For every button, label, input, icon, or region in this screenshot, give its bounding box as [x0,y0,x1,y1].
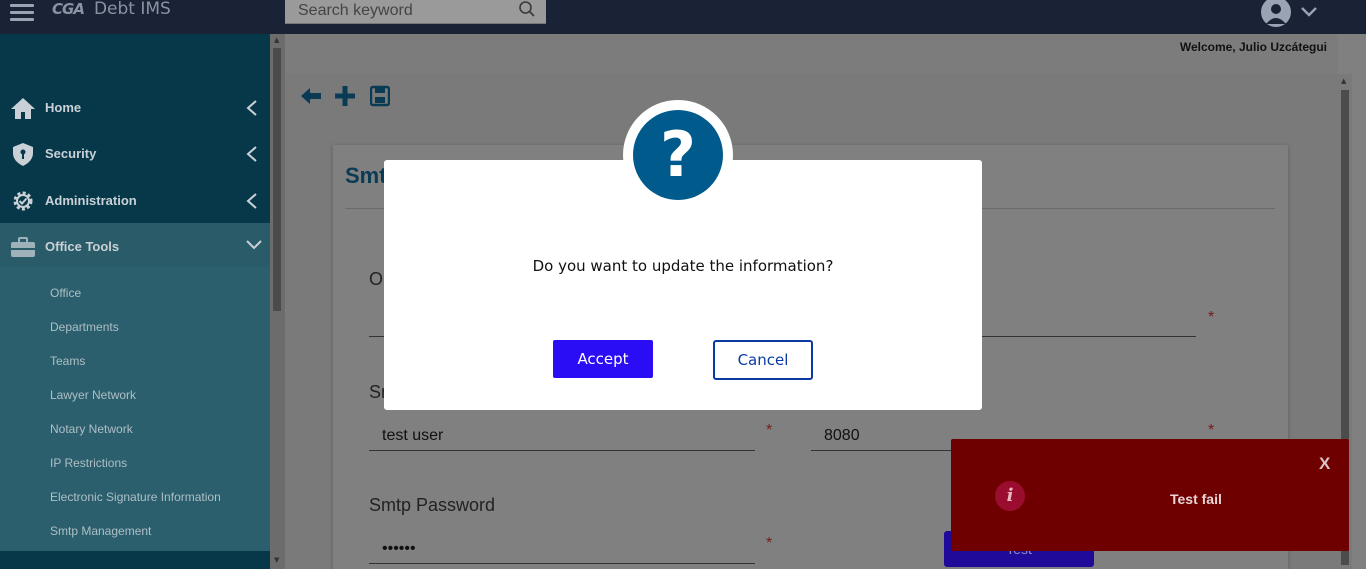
dialog-message: Do you want to update the information? [532,257,834,275]
chevron-down-icon [1301,7,1317,17]
chevron-left-icon [246,193,257,209]
office-tools-submenu: Office Departments Teams Lawyer Network … [0,267,270,551]
save-icon[interactable] [370,85,390,107]
sidebar: Home Security Administration Office Tool… [0,34,270,569]
back-arrow-icon[interactable] [300,85,322,107]
shield-icon [13,143,33,166]
question-icon: ? [633,110,723,200]
scroll-up-icon[interactable]: ▲ [274,36,279,44]
submenu-item-smtp-management[interactable]: Smtp Management [50,524,151,538]
sidebar-item-home[interactable]: Home [0,84,270,130]
search-icon[interactable] [518,0,536,18]
card-title: Smt [345,163,387,188]
submenu-item-ip-restrictions[interactable]: IP Restrictions [50,456,127,470]
toast-message: Test fail [1170,491,1222,507]
submenu-item-lawyer-network[interactable]: Lawyer Network [50,388,136,402]
error-toast: X i Test fail [951,439,1349,551]
accept-button[interactable]: Accept [553,340,653,378]
app-logo[interactable]: CGA Debt IMS [52,0,171,20]
sidebar-item-label: Security [45,146,97,161]
submenu-item-departments[interactable]: Departments [50,320,119,334]
sidebar-scrollbar[interactable]: ▲ ▼ [270,34,285,569]
user-avatar-icon [1261,0,1291,27]
info-icon: i [995,481,1025,511]
app-name: Debt IMS [93,0,171,19]
chevron-down-icon [246,240,262,250]
sidebar-item-label: Administration [45,193,137,208]
field-label: O [369,269,384,289]
required-mark: * [1208,422,1215,439]
sidebar-item-security[interactable]: Security [0,130,270,176]
required-mark: * [766,535,773,552]
close-icon[interactable]: X [1319,454,1330,474]
chevron-left-icon [246,146,257,162]
submenu-item-electronic-signature[interactable]: Electronic Signature Information [50,490,221,504]
sidebar-next-item[interactable] [0,551,270,569]
logo-mark: CGA [52,0,85,18]
welcome-text: Welcome, Julio Uzcátegui [1179,40,1327,54]
sidebar-item-administration[interactable]: Administration [0,177,270,223]
sidebar-item-label: Home [45,100,82,115]
plus-icon[interactable] [334,85,356,107]
cancel-button[interactable]: Cancel [713,340,813,380]
briefcase-icon [11,237,35,257]
sidebar-item-label: Office Tools [45,239,120,254]
top-bar: CGA Debt IMS [0,0,1366,34]
scroll-up-icon[interactable]: ▲ [1341,77,1346,85]
smtp-user-field[interactable]: test user [369,425,755,451]
submenu-item-office[interactable]: Office [50,286,81,300]
submenu-item-notary-network[interactable]: Notary Network [50,422,133,436]
welcome-bar: Welcome, Julio Uzcátegui [285,34,1338,74]
hamburger-icon[interactable] [10,0,34,22]
search-box [285,0,546,24]
scrollbar-thumb[interactable] [273,48,281,311]
submenu-item-teams[interactable]: Teams [50,354,85,368]
password-label: Smtp Password [369,495,496,515]
user-menu[interactable] [1260,0,1330,28]
home-icon [11,98,35,119]
scroll-down-icon[interactable]: ▼ [274,556,279,564]
sidebar-item-office-tools[interactable]: Office Tools [0,223,270,269]
required-mark: * [1208,309,1215,326]
search-input[interactable] [285,1,505,21]
chevron-left-icon [246,100,257,116]
smtp-password-field[interactable]: •••••• [369,538,755,564]
required-mark: * [766,422,773,439]
question-icon-badge: ? [623,100,733,210]
gear-icon [13,191,33,211]
